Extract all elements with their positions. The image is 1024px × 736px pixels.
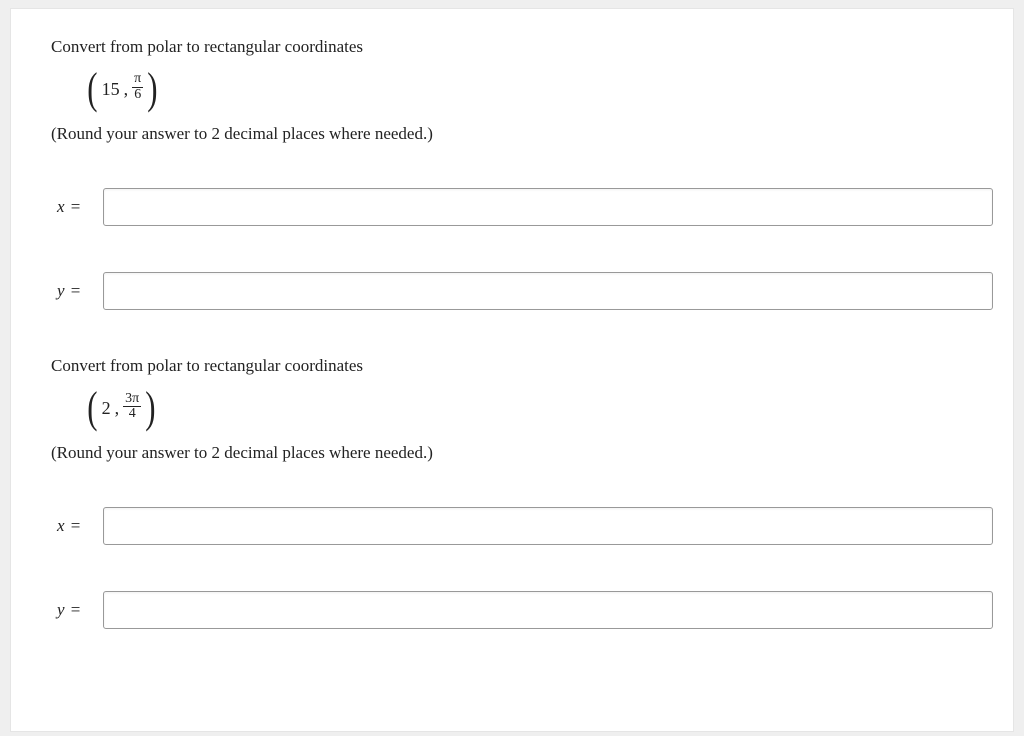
q2-pair: 2, 3π 4 (100, 393, 144, 423)
q1-r: 15 (102, 80, 120, 98)
q2-block: Convert from polar to rectangular coordi… (51, 356, 993, 629)
q1-frac-num: π (132, 72, 143, 87)
q2-x-row: x = (57, 507, 993, 545)
q1-pair: 15, π 6 (100, 73, 146, 103)
q2-frac-den: 4 (127, 407, 138, 422)
q2-polar-point: ( 2, 3π 4 ) (85, 390, 993, 425)
q2-y-row: y = (57, 591, 993, 629)
right-paren-icon: ) (145, 390, 155, 425)
q1-frac-den: 6 (132, 88, 143, 103)
q2-round-note: (Round your answer to 2 decimal places w… (51, 443, 993, 463)
q2-x-input[interactable] (103, 507, 993, 545)
q2-x-label: x = (57, 516, 91, 536)
q1-round-note: (Round your answer to 2 decimal places w… (51, 124, 993, 144)
comma: , (124, 80, 129, 98)
q2-theta-fraction: 3π 4 (123, 392, 141, 422)
q1-x-row: x = (57, 188, 993, 226)
left-paren-icon: ( (87, 71, 97, 106)
q1-polar-point: ( 15, π 6 ) (85, 71, 993, 106)
q1-x-input[interactable] (103, 188, 993, 226)
q1-theta-fraction: π 6 (132, 72, 143, 102)
q2-r: 2 (102, 399, 111, 417)
comma: , (115, 399, 120, 417)
q1-x-label: x = (57, 197, 91, 217)
q2-y-label: y = (57, 600, 91, 620)
q1-y-input[interactable] (103, 272, 993, 310)
q2-frac-num: 3π (123, 392, 141, 407)
q1-y-label: y = (57, 281, 91, 301)
worksheet-page: Convert from polar to rectangular coordi… (10, 8, 1014, 732)
q2-y-input[interactable] (103, 591, 993, 629)
q1-prompt: Convert from polar to rectangular coordi… (51, 37, 993, 57)
q1-y-row: y = (57, 272, 993, 310)
right-paren-icon: ) (147, 71, 157, 106)
q2-prompt: Convert from polar to rectangular coordi… (51, 356, 993, 376)
left-paren-icon: ( (87, 390, 97, 425)
